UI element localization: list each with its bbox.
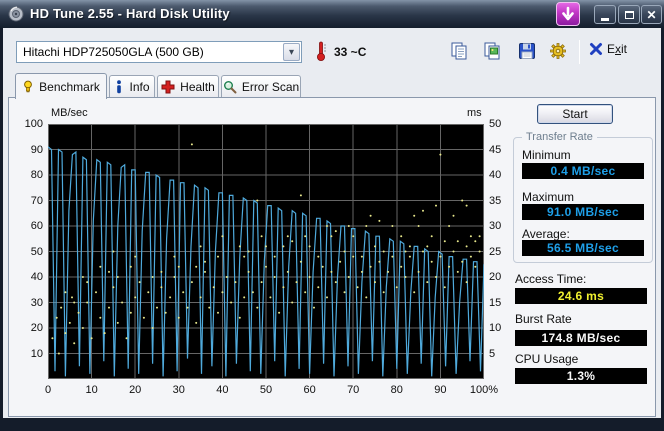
down-arrow-icon [562, 6, 574, 21]
transfer-rate-legend: Transfer Rate [522, 131, 597, 143]
thermometer-icon [317, 41, 326, 61]
left-axis-tick: 10 [30, 347, 43, 360]
cpu-usage-value: 1.3% [515, 368, 647, 384]
tab-label: Health [180, 80, 215, 94]
tab-benchmark[interactable]: Benchmark [15, 73, 107, 99]
x-axis-tick: 90 [434, 384, 447, 396]
maximum-label: Maximum [522, 190, 575, 204]
left-axis-tick: 60 [30, 220, 43, 232]
tab-error-scan[interactable]: Error Scan [221, 75, 301, 98]
right-axis-tick: 40 [489, 169, 502, 181]
x-axis-tick: 60 [303, 384, 316, 396]
burst-rate-label: Burst Rate [515, 312, 572, 326]
close-button[interactable]: ✕ [641, 5, 662, 24]
right-axis-tick: 30 [489, 220, 502, 232]
x-axis-tick: 10 [85, 384, 98, 396]
download-overlay-button[interactable] [556, 2, 580, 26]
window-title: HD Tune 2.55 - Hard Disk Utility [30, 6, 230, 21]
exit-x-icon [590, 43, 602, 55]
close-icon: ✕ [646, 7, 657, 22]
right-axis-label: ms [467, 107, 482, 119]
toolbar-separator [579, 40, 580, 64]
left-axis-tick: 40 [30, 271, 43, 283]
x-axis-tick: 80 [390, 384, 403, 396]
red-cross-icon [161, 80, 175, 94]
minimum-value: 0.4 MB/sec [522, 163, 644, 179]
maximize-button[interactable] [618, 5, 640, 24]
right-axis-tick: 45 [489, 143, 502, 156]
left-axis-tick: 50 [30, 245, 43, 258]
temperature-value: 33 ~C [334, 45, 367, 59]
right-axis-tick: 50 [489, 118, 502, 130]
right-axis-tick: 25 [489, 245, 502, 258]
exit-label: Exit [607, 42, 628, 56]
benchmark-chart: MB/sec ms 100 90 80 70 60 50 40 30 20 10 50 45 40 35 3… [9, 98, 519, 418]
left-axis-tick: 30 [30, 296, 43, 309]
save-screenshot-button[interactable] [517, 42, 537, 60]
right-axis-tick: 10 [489, 322, 502, 334]
tab-info[interactable]: Info [109, 75, 155, 98]
right-axis-tick: 15 [489, 296, 502, 309]
magnifier-icon [223, 81, 237, 94]
transfer-rate-group: Transfer Rate Minimum 0.4 MB/sec Maximum… [513, 131, 653, 263]
minimize-icon [601, 17, 609, 21]
drive-select-dropdown[interactable]: Hitachi HDP725050GLA (500 GB) ▾ [16, 41, 302, 63]
minimize-button[interactable] [594, 5, 616, 24]
drive-select-value: Hitachi HDP725050GLA (500 GB) [23, 45, 204, 59]
chevron-down-icon[interactable]: ▾ [283, 43, 300, 61]
x-axis-tick: 30 [172, 384, 185, 396]
maximize-icon [624, 10, 634, 19]
lightbulb-icon [24, 80, 33, 92]
options-button[interactable] [548, 42, 568, 60]
tab-label: Error Scan [241, 80, 300, 94]
left-axis-tick: 100 [24, 118, 43, 130]
start-button[interactable]: Start [537, 104, 613, 124]
right-axis-tick: 20 [489, 271, 502, 283]
tab-health[interactable]: Health [157, 75, 219, 98]
copy-screenshot-button[interactable] [483, 42, 503, 60]
x-axis-tick: 50 [259, 384, 273, 396]
burst-rate-value: 174.8 MB/sec [515, 330, 647, 346]
right-axis-tick: 35 [489, 194, 502, 207]
copy-text-button[interactable] [450, 42, 470, 60]
average-value: 56.5 MB/sec [522, 240, 644, 256]
minimum-label: Minimum [522, 148, 571, 162]
x-axis-tick: 70 [347, 384, 360, 396]
access-time-value: 24.6 ms [515, 288, 647, 304]
left-axis-tick: 20 [30, 322, 43, 334]
exit-button[interactable]: Exit [589, 42, 627, 56]
tab-label: Info [129, 80, 150, 94]
tab-label: Benchmark [39, 79, 100, 94]
benchmark-panel: MB/sec ms 100 90 80 70 60 50 40 30 20 10 50 45 40 35 3… [8, 97, 656, 417]
x-axis-tick: 0 [44, 384, 52, 396]
x-axis-tick: 100% [469, 384, 499, 396]
app-icon [8, 6, 24, 22]
access-time-label: Access Time: [515, 272, 587, 286]
x-axis-tick: 20 [129, 384, 142, 396]
x-axis-tick: 40 [216, 384, 229, 396]
right-axis-tick: 5 [489, 347, 496, 360]
maximum-value: 91.0 MB/sec [522, 204, 644, 220]
left-axis-tick: 90 [30, 143, 43, 156]
average-label: Average: [522, 227, 570, 241]
info-icon [117, 80, 122, 94]
cpu-usage-label: CPU Usage [515, 352, 579, 366]
left-axis-tick: 80 [30, 169, 43, 181]
client-area: Hitachi HDP725050GLA (500 GB) ▾ 33 ~C Ex… [3, 28, 661, 418]
left-axis-label: MB/sec [51, 107, 88, 119]
app-window: HD Tune 2.55 - Hard Disk Utility ✕ Hitac… [0, 0, 664, 431]
title-bar: HD Tune 2.55 - Hard Disk Utility ✕ [0, 0, 664, 28]
plot-area [48, 124, 484, 379]
left-axis-tick: 70 [30, 194, 43, 207]
